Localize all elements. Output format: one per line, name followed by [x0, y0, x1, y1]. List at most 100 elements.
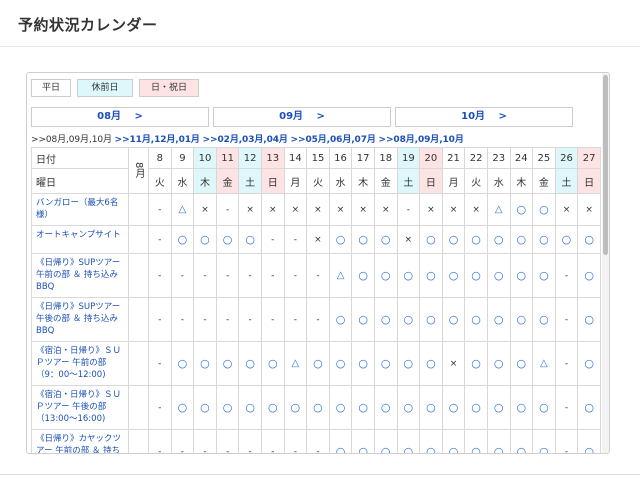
- availability-cell[interactable]: ○: [351, 253, 375, 298]
- availability-cell[interactable]: △: [328, 253, 353, 298]
- availability-cell[interactable]: ○: [532, 253, 556, 298]
- availability-cell[interactable]: ○: [419, 225, 443, 254]
- availability-cell[interactable]: ○: [396, 385, 421, 430]
- availability-cell[interactable]: ○: [486, 297, 511, 342]
- availability-cell[interactable]: ○: [509, 385, 534, 430]
- availability-cell[interactable]: ○: [373, 429, 398, 453]
- availability-cell[interactable]: ○: [464, 297, 488, 342]
- availability-cell[interactable]: ○: [328, 297, 353, 342]
- pager-link[interactable]: >>08月,09月,10月: [379, 135, 464, 145]
- availability-cell[interactable]: ○: [532, 385, 556, 430]
- availability-cell[interactable]: ○: [238, 225, 262, 254]
- availability-cell[interactable]: ○: [419, 253, 443, 298]
- availability-cell[interactable]: ○: [328, 385, 353, 430]
- availability-cell[interactable]: ○: [577, 253, 601, 298]
- availability-cell[interactable]: ○: [193, 341, 217, 386]
- availability-cell[interactable]: ○: [419, 341, 443, 386]
- availability-cell[interactable]: ○: [486, 429, 511, 453]
- plan-link[interactable]: オートキャンプサイト: [31, 225, 129, 254]
- pager-link[interactable]: >>02月,03月,04月: [203, 135, 288, 145]
- availability-cell[interactable]: ○: [509, 193, 534, 226]
- plan-link[interactable]: 《日帰り》カヤックツアー 午前の部 ＆ 持ち込みBBQ: [31, 429, 129, 453]
- availability-cell[interactable]: ○: [577, 385, 601, 430]
- availability-cell[interactable]: ○: [464, 225, 488, 254]
- availability-cell[interactable]: ○: [351, 341, 375, 386]
- availability-cell[interactable]: ○: [577, 429, 601, 453]
- availability-cell[interactable]: ○: [532, 193, 556, 226]
- availability-cell[interactable]: ○: [306, 341, 330, 386]
- scrollbar-track[interactable]: [602, 73, 609, 453]
- availability-cell[interactable]: ○: [351, 385, 375, 430]
- availability-cell[interactable]: △: [170, 193, 195, 226]
- availability-cell[interactable]: ○: [170, 225, 195, 254]
- plan-link[interactable]: 《日帰り》SUPツアー 午前の部 ＆ 持ち込みBBQ: [31, 253, 129, 298]
- availability-cell[interactable]: ○: [509, 297, 534, 342]
- availability-cell[interactable]: ○: [260, 341, 285, 386]
- availability-cell[interactable]: ○: [486, 253, 511, 298]
- availability-cell[interactable]: △: [532, 341, 556, 386]
- plan-link[interactable]: 《宿泊・日帰り》ＳＵＰツアー 午後の部 （13:00〜16:00): [31, 385, 129, 430]
- availability-cell[interactable]: ○: [419, 429, 443, 453]
- availability-cell[interactable]: ○: [419, 385, 443, 430]
- availability-cell[interactable]: ○: [373, 297, 398, 342]
- availability-cell[interactable]: ○: [464, 341, 488, 386]
- availability-cell[interactable]: ○: [373, 225, 398, 254]
- availability-cell[interactable]: ○: [577, 341, 601, 386]
- availability-cell[interactable]: ○: [441, 253, 466, 298]
- pager-link[interactable]: >>11月,12月,01月: [115, 135, 200, 145]
- availability-cell[interactable]: ○: [260, 385, 285, 430]
- availability-cell[interactable]: ○: [464, 253, 488, 298]
- availability-cell[interactable]: ○: [373, 341, 398, 386]
- availability-cell[interactable]: ○: [532, 225, 556, 254]
- availability-cell[interactable]: △: [486, 193, 511, 226]
- availability-cell[interactable]: ○: [351, 225, 375, 254]
- availability-cell[interactable]: ○: [373, 385, 398, 430]
- availability-cell[interactable]: △: [283, 341, 308, 386]
- availability-cell[interactable]: ○: [577, 297, 601, 342]
- availability-cell[interactable]: ○: [238, 385, 262, 430]
- availability-cell[interactable]: ○: [509, 253, 534, 298]
- availability-cell[interactable]: ○: [509, 225, 534, 254]
- plan-link[interactable]: 《宿泊・日帰り》ＳＵＰツアー 午前の部 （9：00〜12:00): [31, 341, 129, 386]
- availability-cell[interactable]: ○: [509, 429, 534, 453]
- availability-cell[interactable]: ○: [328, 225, 353, 254]
- plan-link[interactable]: 《日帰り》SUPツアー 午後の部 ＆ 持ち込みBBQ: [31, 297, 129, 342]
- availability-cell[interactable]: ○: [170, 385, 195, 430]
- scrollbar-thumb[interactable]: [603, 75, 608, 255]
- availability-cell[interactable]: ○: [351, 429, 375, 453]
- availability-cell[interactable]: ○: [464, 429, 488, 453]
- availability-cell[interactable]: ○: [441, 385, 466, 430]
- availability-cell[interactable]: ○: [532, 429, 556, 453]
- availability-cell[interactable]: ○: [396, 341, 421, 386]
- month-button-october[interactable]: 10月 >: [395, 107, 573, 127]
- availability-cell[interactable]: ○: [283, 385, 308, 430]
- availability-cell[interactable]: ○: [373, 253, 398, 298]
- availability-cell[interactable]: ○: [486, 341, 511, 386]
- availability-cell[interactable]: ○: [215, 341, 240, 386]
- month-button-september[interactable]: 09月 >: [213, 107, 391, 127]
- availability-cell[interactable]: ○: [441, 429, 466, 453]
- availability-cell[interactable]: ○: [306, 385, 330, 430]
- availability-cell[interactable]: ○: [396, 297, 421, 342]
- availability-cell[interactable]: ○: [441, 297, 466, 342]
- availability-cell[interactable]: ○: [215, 225, 240, 254]
- availability-cell[interactable]: ○: [193, 385, 217, 430]
- pager-link[interactable]: >>05月,06月,07月: [291, 135, 376, 145]
- plan-link[interactable]: バンガロー（最大6名様）: [31, 193, 129, 226]
- availability-cell[interactable]: ○: [486, 225, 511, 254]
- availability-cell[interactable]: ○: [554, 225, 579, 254]
- availability-cell[interactable]: ○: [170, 341, 195, 386]
- availability-cell[interactable]: ○: [441, 225, 466, 254]
- availability-cell[interactable]: ○: [215, 385, 240, 430]
- availability-cell[interactable]: ○: [328, 341, 353, 386]
- availability-cell[interactable]: ○: [351, 297, 375, 342]
- availability-cell[interactable]: ○: [577, 225, 601, 254]
- availability-cell[interactable]: ○: [396, 429, 421, 453]
- availability-cell[interactable]: ○: [464, 385, 488, 430]
- availability-cell[interactable]: ○: [328, 429, 353, 453]
- availability-cell[interactable]: ○: [486, 385, 511, 430]
- availability-cell[interactable]: ○: [238, 341, 262, 386]
- month-button-august[interactable]: 08月 >: [31, 107, 209, 127]
- availability-cell[interactable]: ○: [193, 225, 217, 254]
- availability-cell[interactable]: ○: [396, 253, 421, 298]
